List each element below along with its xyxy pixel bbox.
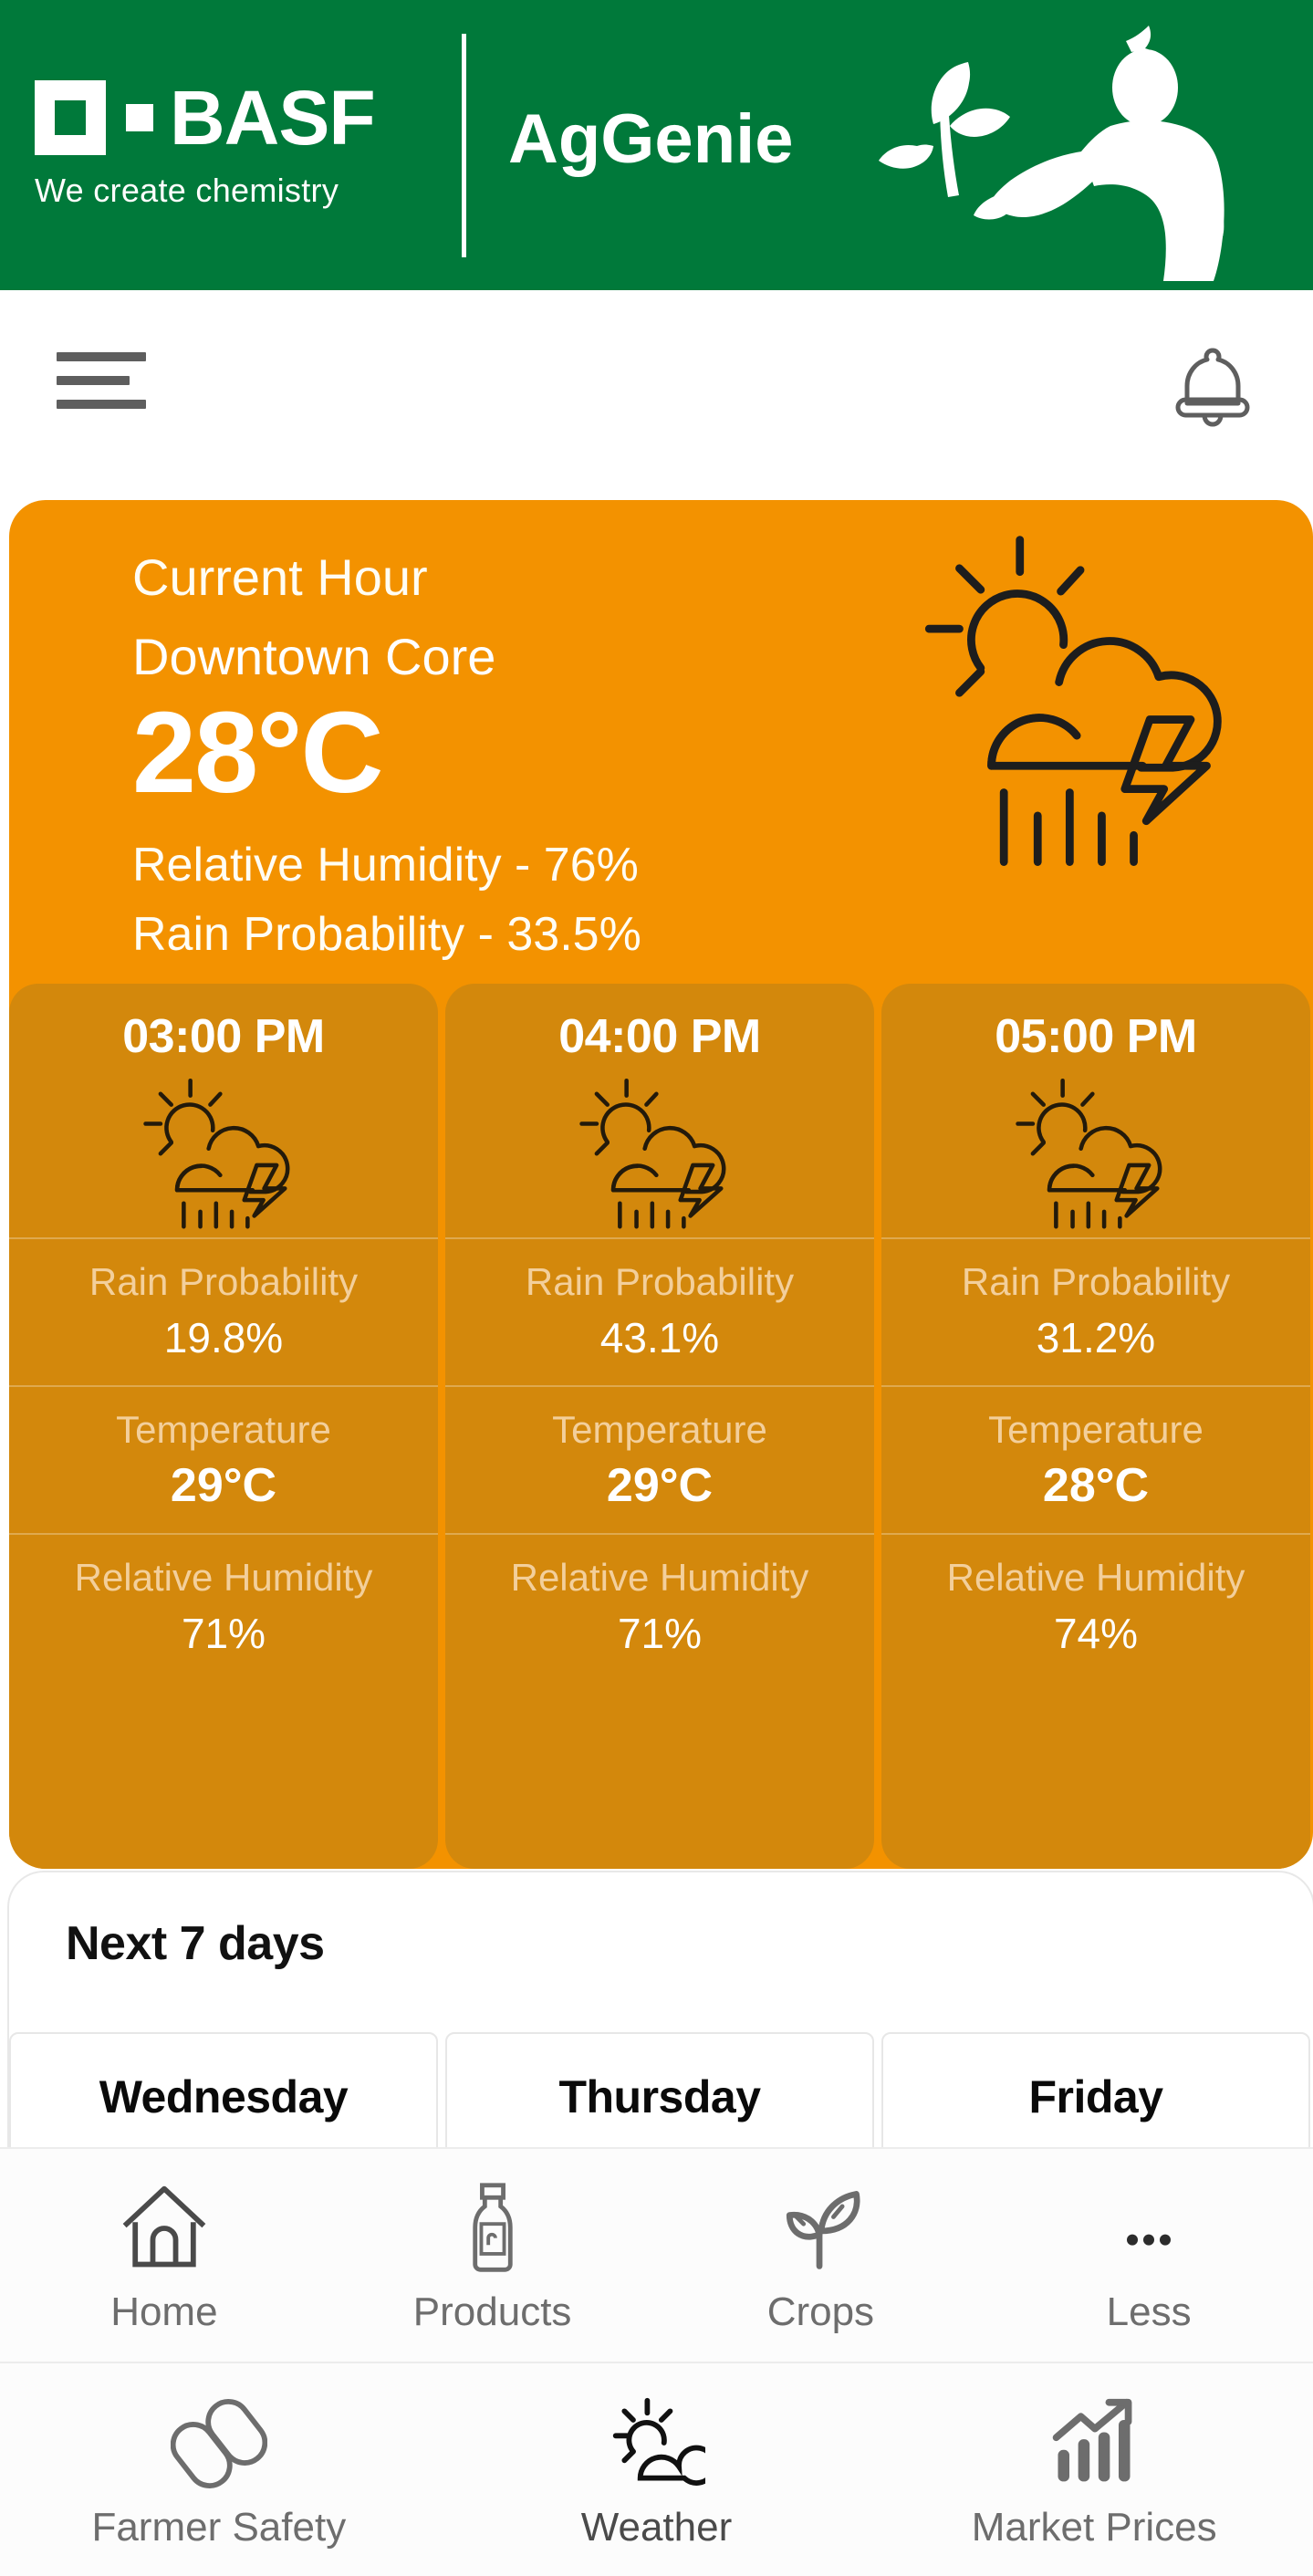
hour-temperature-row: Temperature 29°C (445, 1385, 874, 1533)
hour-humidity-label: Relative Humidity (946, 1556, 1245, 1599)
current-weather-card[interactable]: Current Hour Downtown Core 28°C Relative… (9, 500, 1313, 1869)
hour-time: 03:00 PM (122, 1010, 325, 1063)
seedling-icon (772, 2176, 869, 2277)
basf-square-logo-icon (35, 80, 106, 155)
hour-time: 05:00 PM (995, 1010, 1197, 1063)
header-divider (462, 33, 466, 257)
nav-label-market-prices: Market Prices (971, 2504, 1217, 2550)
nav-label-products: Products (412, 2289, 572, 2334)
hour-humidity-label: Relative Humidity (510, 1556, 809, 1599)
hourly-forecast-card[interactable]: 04:00 PM Rain Probability 43.1% Temperat… (445, 984, 874, 1869)
hour-temperature-row: Temperature 29°C (9, 1385, 438, 1533)
hour-humidity-label: Relative Humidity (74, 1556, 373, 1599)
sun-cloud-rain-lightning-icon (445, 1064, 874, 1237)
basf-wordmark: BASF (170, 75, 376, 161)
current-location: Downtown Core (132, 628, 496, 685)
nav-item-crops[interactable]: Crops (657, 2149, 985, 2362)
hour-rain-value: 31.2% (1036, 1314, 1156, 1361)
hour-rain-row: Rain Probability 31.2% (881, 1237, 1310, 1385)
hamburger-menu-icon[interactable] (57, 347, 146, 414)
hour-rain-row: Rain Probability 19.8% (9, 1237, 438, 1385)
hourly-forecast-card[interactable]: 05:00 PM Rain Probability 31.2% Temperat… (881, 984, 1310, 1869)
hour-rain-value: 19.8% (163, 1314, 284, 1361)
house-icon (116, 2176, 213, 2277)
nav-item-farmer-safety[interactable]: Farmer Safety (0, 2363, 438, 2576)
hourly-forecast-strip[interactable]: 03:00 PM Rain Probability 19.8% Temperat… (9, 984, 1313, 1869)
basf-dot-icon (126, 104, 153, 131)
bar-chart-arrow-icon (1046, 2392, 1142, 2492)
nav-label-crops: Crops (766, 2289, 875, 2334)
hour-humidity-value: 71% (181, 1610, 266, 1657)
hour-temperature-value: 29°C (606, 1459, 714, 1512)
nav-item-home[interactable]: Home (0, 2149, 328, 2362)
hour-temperature-label: Temperature (988, 1408, 1204, 1451)
current-hour-label: Current Hour (132, 548, 428, 606)
chain-links-icon (170, 2392, 267, 2492)
current-rain-probability: Rain Probability - 33.5% (132, 908, 641, 961)
brand-header: BASF We create chemistry AgGenie (0, 0, 1313, 290)
basf-logo-block: BASF We create chemistry (0, 75, 456, 210)
hour-humidity-row: Relative Humidity 74% (881, 1533, 1310, 1681)
nav-label-weather: Weather (580, 2504, 733, 2550)
nav-item-less[interactable]: Less (985, 2149, 1313, 2362)
hour-time: 04:00 PM (558, 1010, 761, 1063)
hour-rain-label: Rain Probability (89, 1260, 359, 1303)
day-name: Friday (1028, 2071, 1163, 2122)
nav-label-home: Home (110, 2289, 218, 2334)
app-top-bar (0, 290, 1313, 495)
hour-temperature-value: 28°C (1042, 1459, 1150, 1512)
hour-humidity-row: Relative Humidity 71% (445, 1533, 874, 1681)
bell-icon[interactable] (1167, 339, 1258, 431)
basf-tagline: We create chemistry (35, 172, 339, 209)
current-weather-info: Current Hour Downtown Core 28°C Relative… (132, 544, 881, 969)
hour-rain-row: Rain Probability 43.1% (445, 1237, 874, 1385)
hour-temperature-label: Temperature (116, 1408, 331, 1451)
bottle-icon (444, 2176, 541, 2277)
hour-temperature-label: Temperature (552, 1408, 767, 1451)
nav-item-weather[interactable]: Weather (438, 2363, 876, 2576)
hour-humidity-value: 71% (617, 1610, 703, 1657)
sun-cloud-rain-lightning-icon (895, 526, 1269, 881)
hour-temperature-value: 29°C (170, 1459, 277, 1512)
bottom-nav-row-primary: Home Products Crops Less (0, 2149, 1313, 2363)
hour-temperature-row: Temperature 28°C (881, 1385, 1310, 1533)
nav-label-farmer-safety: Farmer Safety (91, 2504, 347, 2550)
app-screen: BASF We create chemistry AgGenie Current… (0, 0, 1313, 2576)
hour-rain-value: 43.1% (599, 1314, 720, 1361)
day-name: Thursday (558, 2071, 761, 2122)
hour-humidity-value: 74% (1053, 1610, 1139, 1657)
sun-cloud-icon (609, 2392, 705, 2492)
bottom-nav-row-secondary: Farmer Safety Weather Market Prices (0, 2363, 1313, 2576)
current-humidity: Relative Humidity - 76% (132, 839, 639, 892)
app-name: AgGenie (508, 99, 794, 178)
genie-holding-plant-icon (809, 16, 1313, 281)
hour-rain-label: Rain Probability (961, 1260, 1231, 1303)
nav-label-less: Less (1106, 2289, 1192, 2334)
nav-item-market-prices[interactable]: Market Prices (875, 2363, 1313, 2576)
next-7-days-title: Next 7 days (66, 1917, 325, 1970)
current-temperature: 28°C (132, 688, 384, 817)
three-dots-icon (1100, 2176, 1197, 2277)
hour-rain-label: Rain Probability (525, 1260, 795, 1303)
bottom-navigation: Home Products Crops Less Farmer Safety W… (0, 2147, 1313, 2576)
hour-humidity-row: Relative Humidity 71% (9, 1533, 438, 1681)
sun-cloud-rain-lightning-icon (9, 1064, 438, 1237)
sun-cloud-rain-lightning-icon (881, 1064, 1310, 1237)
hourly-forecast-card[interactable]: 03:00 PM Rain Probability 19.8% Temperat… (9, 984, 438, 1869)
aggenie-block: AgGenie (508, 0, 1313, 290)
day-name: Wednesday (99, 2071, 349, 2122)
nav-item-products[interactable]: Products (328, 2149, 657, 2362)
basf-logo-row: BASF (35, 75, 456, 161)
